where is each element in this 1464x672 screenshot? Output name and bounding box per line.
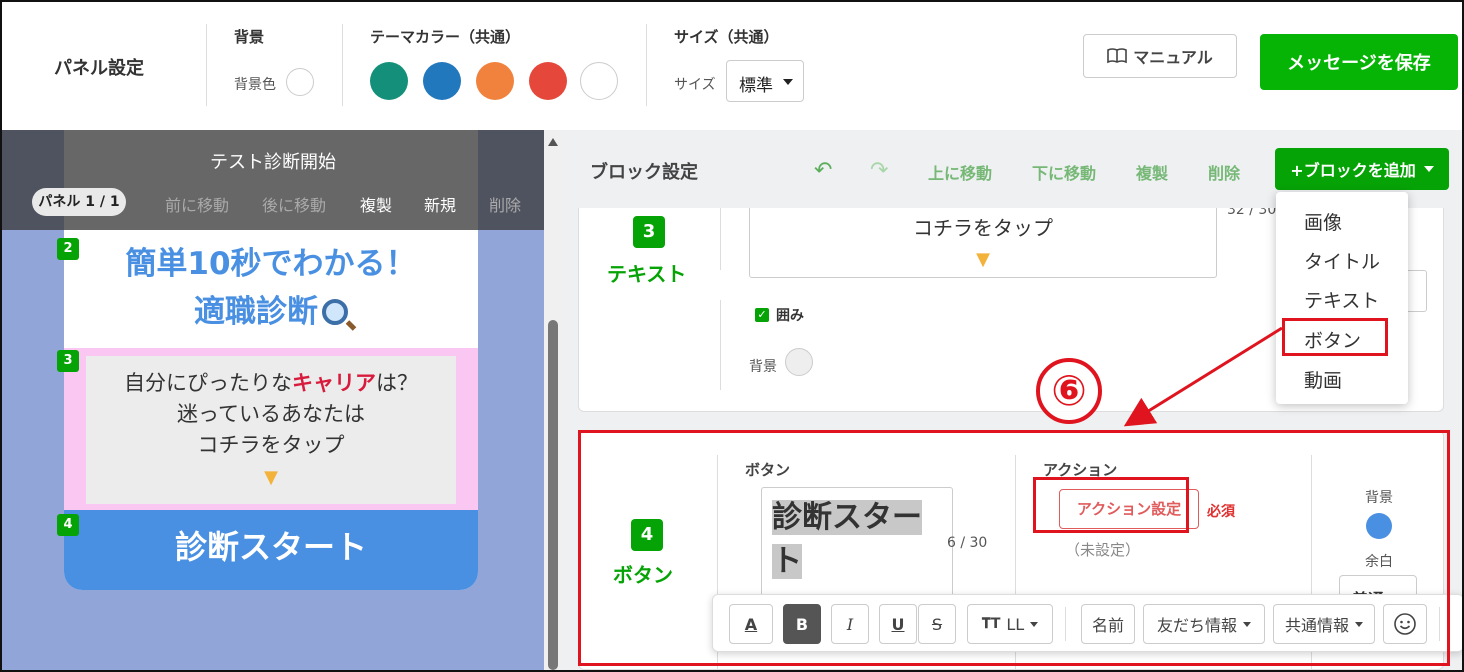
annotation-arrow-icon [1123, 326, 1283, 427]
